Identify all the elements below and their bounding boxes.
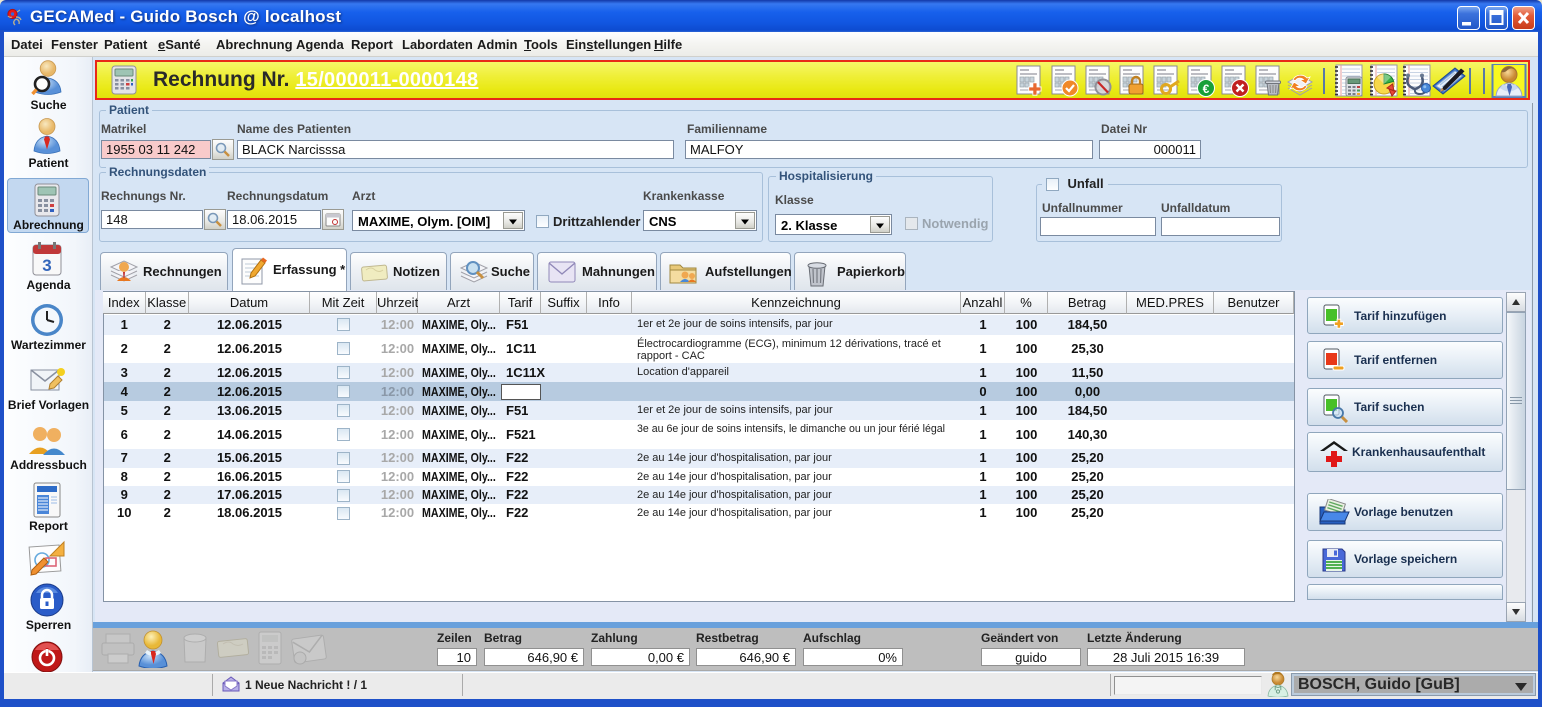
svg-text:3: 3 [42,256,51,275]
svg-text:€: € [1203,82,1210,96]
